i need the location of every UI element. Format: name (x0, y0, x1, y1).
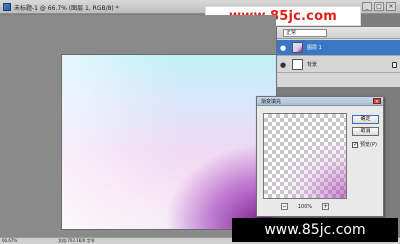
layers-toolbar: 正常 (277, 27, 400, 39)
eye-icon[interactable]: ● (277, 57, 289, 73)
zoom-controls: − 100% + (263, 202, 347, 211)
document-title: 未标题-1 @ 66.7% (图层 1, RGB/8) * (14, 5, 119, 12)
layer-name: 背景 (307, 62, 318, 68)
dialog-title: 渐变填充 (261, 99, 282, 105)
document-canvas[interactable] (62, 55, 276, 229)
watermark-bottom: www.85jc.com (232, 218, 398, 242)
window-controls: _ □ × (362, 2, 396, 11)
maximize-button[interactable]: □ (374, 2, 384, 11)
preview-label: 预览(P) (360, 142, 377, 148)
blend-mode-select[interactable]: 正常 (283, 29, 327, 37)
preview-checkbox[interactable]: ✓ (352, 141, 358, 148)
minimize-button[interactable]: _ (362, 2, 372, 11)
canvas-area[interactable] (0, 15, 276, 237)
zoom-out-button[interactable]: − (280, 203, 288, 210)
close-button[interactable]: × (386, 2, 396, 11)
gradient-fill-dialog: 渐变填充 × − 100% + 确定 取消 ✓ 预览(P) (256, 96, 384, 217)
lock-icon (392, 62, 397, 68)
dialog-close-button[interactable]: × (373, 98, 381, 105)
layer-name: 图层 1 (307, 45, 322, 51)
layer-thumbnail (292, 59, 303, 70)
photoshop-document-icon (3, 3, 11, 11)
eye-icon[interactable]: ● (277, 40, 289, 56)
status-zoom[interactable]: 66.67% (2, 238, 17, 244)
layer-thumbnail (292, 42, 303, 53)
ok-button[interactable]: 确定 (352, 115, 379, 124)
zoom-value: 100% (297, 203, 313, 210)
layers-panel: 正常 ● 图层 1 ● 背景 (276, 27, 400, 87)
preview-gradient (264, 114, 346, 198)
dialog-preview (263, 113, 347, 199)
layer-row-background[interactable]: ● 背景 (277, 57, 400, 73)
layer-row-layer-1[interactable]: ● 图层 1 (277, 40, 400, 56)
cancel-button[interactable]: 取消 (352, 127, 379, 136)
status-info: 文档:703.1K/0 字节 (58, 238, 95, 243)
zoom-in-button[interactable]: + (322, 203, 330, 210)
dialog-title-bar[interactable]: 渐变填充 × (257, 97, 383, 106)
preview-checkbox-row[interactable]: ✓ 预览(P) (352, 141, 377, 148)
